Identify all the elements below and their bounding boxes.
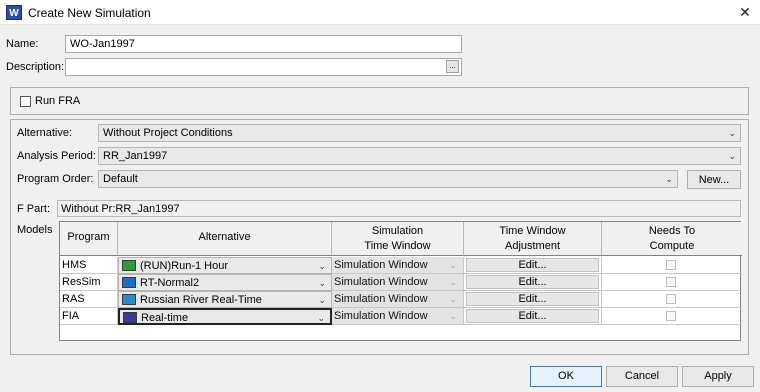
- table-cell-needs-compute: [602, 291, 742, 308]
- alternative-label: Alternative:: [17, 127, 73, 139]
- table-cell-needs-compute: [602, 274, 742, 291]
- new-program-order-button[interactable]: New...: [687, 170, 741, 189]
- table-cell-alternative-value: RT-Normal2: [140, 277, 200, 289]
- column-header-adj-line1: Time Window: [499, 225, 566, 237]
- chevron-down-icon: ⌄: [728, 151, 736, 161]
- ok-button[interactable]: OK: [530, 366, 602, 387]
- window-title: Create New Simulation: [28, 6, 151, 20]
- chevron-down-icon: ⌄: [318, 261, 326, 271]
- table-cell-program: HMS: [60, 257, 118, 274]
- edit-adjustment-button[interactable]: Edit...: [466, 258, 599, 272]
- table-cell-alternative-select[interactable]: Russian River Real-Time ⌄: [118, 291, 332, 308]
- description-label: Description:: [6, 61, 65, 73]
- table-cell-sim-window-select[interactable]: Simulation Window ⌄: [332, 308, 464, 325]
- table-cell-sim-window-value: Simulation Window: [334, 310, 428, 322]
- fia-icon: [123, 312, 137, 323]
- table-cell-sim-window-select[interactable]: Simulation Window ⌄: [332, 291, 464, 308]
- column-header-sim-line1: Simulation: [371, 225, 424, 237]
- chevron-down-icon: ⌄: [449, 311, 457, 321]
- table-cell-alternative-select[interactable]: RT-Normal2 ⌄: [118, 274, 332, 291]
- name-input[interactable]: WO-Jan1997: [65, 35, 462, 53]
- run-fra-label: Run FRA: [35, 95, 81, 107]
- ressim-icon: [122, 277, 136, 288]
- analysis-period-label: Analysis Period:: [17, 150, 96, 162]
- alternative-select[interactable]: Without Project Conditions ⌄: [98, 124, 741, 142]
- table-cell-needs-compute: [602, 308, 742, 325]
- program-order-value: Default: [103, 173, 138, 185]
- table-cell-program: FIA: [60, 308, 118, 325]
- table-cell-adjustment: Edit...: [464, 274, 602, 291]
- chevron-down-icon: ⌄: [318, 278, 326, 288]
- table-cell-alternative-value: Russian River Real-Time: [140, 294, 262, 306]
- alternative-value: Without Project Conditions: [103, 127, 233, 139]
- table-cell-sim-window-select[interactable]: Simulation Window ⌄: [332, 257, 464, 274]
- column-header-adj-line2: Adjustment: [504, 240, 561, 252]
- table-cell-sim-window-value: Simulation Window: [334, 293, 428, 305]
- ras-icon: [122, 294, 136, 305]
- column-header-time-window-adjustment: Time Window Adjustment: [464, 222, 602, 256]
- table-cell-sim-window-value: Simulation Window: [334, 259, 428, 271]
- name-label: Name:: [6, 38, 39, 50]
- description-input[interactable]: [65, 58, 462, 76]
- edit-adjustment-button[interactable]: Edit...: [466, 275, 599, 289]
- edit-adjustment-button[interactable]: Edit...: [466, 292, 599, 306]
- needs-compute-checkbox[interactable]: [666, 311, 676, 321]
- run-fra-panel: [10, 87, 749, 115]
- column-header-alternative-label: Alternative: [198, 231, 251, 243]
- chevron-down-icon: ⌄: [665, 174, 673, 184]
- analysis-period-value: RR_Jan1997: [103, 150, 168, 162]
- table-cell-adjustment: Edit...: [464, 308, 602, 325]
- chevron-down-icon: ⌄: [449, 260, 457, 270]
- chevron-down-icon: ⌄: [317, 313, 325, 323]
- title-bar: W Create New Simulation ✕: [0, 0, 760, 25]
- column-header-needs-line1: Needs To: [648, 225, 696, 237]
- chevron-down-icon: ⌄: [728, 128, 736, 138]
- f-part-field: Without Pr:RR_Jan1997: [57, 200, 741, 217]
- table-cell-alternative-select[interactable]: Real-time ⌄: [118, 308, 332, 325]
- table-cell-adjustment: Edit...: [464, 257, 602, 274]
- apply-button[interactable]: Apply: [682, 366, 754, 387]
- column-header-sim-line2: Time Window: [364, 240, 431, 252]
- needs-compute-checkbox[interactable]: [666, 260, 676, 270]
- table-cell-program: RAS: [60, 291, 118, 308]
- run-fra-checkbox[interactable]: [20, 96, 31, 107]
- chevron-down-icon: ⌄: [449, 277, 457, 287]
- cancel-button[interactable]: Cancel: [606, 366, 678, 387]
- program-order-select[interactable]: Default ⌄: [98, 170, 678, 188]
- chevron-down-icon: ⌄: [318, 295, 326, 305]
- needs-compute-checkbox[interactable]: [666, 294, 676, 304]
- close-icon[interactable]: ✕: [732, 1, 758, 23]
- analysis-period-select[interactable]: RR_Jan1997 ⌄: [98, 147, 741, 165]
- table-cell-needs-compute: [602, 257, 742, 274]
- column-header-alternative: Alternative: [118, 222, 332, 256]
- models-table: Program Alternative Simulation Time Wind…: [59, 221, 742, 341]
- models-label: Models: [17, 224, 53, 236]
- column-header-needs-to-compute: Needs To Compute: [602, 222, 742, 256]
- table-cell-alternative-select[interactable]: (RUN)Run-1 Hour ⌄: [118, 257, 332, 274]
- f-part-label: F Part:: [17, 203, 51, 215]
- description-browse-button[interactable]: ...: [446, 60, 459, 73]
- column-header-simulation-time-window: Simulation Time Window: [332, 222, 464, 256]
- table-cell-adjustment: Edit...: [464, 291, 602, 308]
- hms-icon: [122, 260, 136, 271]
- app-icon: W: [6, 5, 22, 20]
- column-header-program: Program: [60, 222, 118, 256]
- table-cell-sim-window-select[interactable]: Simulation Window ⌄: [332, 274, 464, 291]
- needs-compute-checkbox[interactable]: [666, 277, 676, 287]
- table-cell-sim-window-value: Simulation Window: [334, 276, 428, 288]
- edit-adjustment-button[interactable]: Edit...: [466, 309, 599, 323]
- chevron-down-icon: ⌄: [449, 294, 457, 304]
- program-order-label: Program Order:: [17, 173, 94, 185]
- table-cell-alternative-value: Real-time: [141, 312, 189, 324]
- table-cell-program: ResSim: [60, 274, 118, 291]
- table-cell-alternative-value: (RUN)Run-1 Hour: [140, 260, 229, 272]
- column-header-needs-line2: Compute: [649, 240, 695, 252]
- column-header-program-label: Program: [67, 231, 110, 243]
